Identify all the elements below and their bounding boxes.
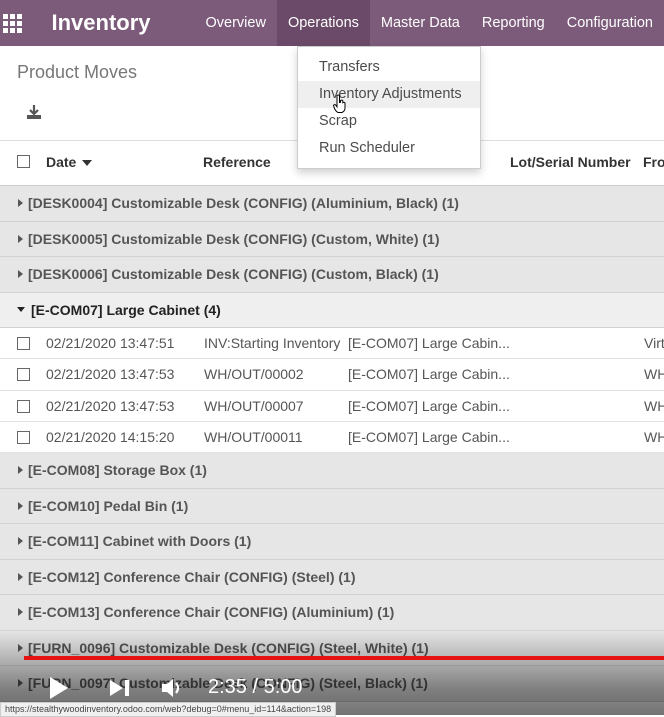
group-label: [DESK0005] Customizable Desk (CONFIG) (C… bbox=[28, 230, 440, 247]
group-row[interactable]: [DESK0005] Customizable Desk (CONFIG) (C… bbox=[0, 221, 664, 257]
group-row[interactable]: [E-COM11] Cabinet with Doors (1) bbox=[0, 524, 664, 560]
group-row[interactable]: [E-COM08] Storage Box (1) bbox=[0, 453, 664, 489]
cell-reference: INV:Starting Inventory bbox=[204, 335, 341, 351]
video-progress-bar[interactable] bbox=[24, 656, 664, 660]
group-label: [E-COM11] Cabinet with Doors (1) bbox=[28, 533, 252, 550]
cell-product: [E-COM07] Large Cabin... bbox=[348, 335, 510, 351]
sort-desc-icon bbox=[82, 160, 93, 167]
top-navbar: Inventory Overview Operations Master Dat… bbox=[0, 0, 664, 46]
column-from[interactable]: Fro bbox=[643, 154, 664, 170]
app-brand[interactable]: Inventory bbox=[51, 10, 150, 36]
table-row[interactable]: 02/21/2020 13:47:51 INV:Starting Invento… bbox=[0, 328, 664, 360]
menu-item-scrap[interactable]: Scrap bbox=[298, 108, 480, 135]
column-date-label: Date bbox=[46, 154, 77, 170]
grouped-list: [DESK0004] Customizable Desk (CONFIG) (A… bbox=[0, 186, 664, 702]
next-icon[interactable] bbox=[108, 678, 132, 698]
cell-from: WH bbox=[644, 428, 664, 445]
caret-down-icon bbox=[17, 307, 25, 313]
column-reference[interactable]: Reference bbox=[203, 154, 271, 170]
group-row[interactable]: [E-COM12] Conference Chair (CONFIG) (Ste… bbox=[0, 559, 664, 596]
hand-pointer-icon bbox=[333, 94, 346, 113]
group-label: [E-COM08] Storage Box (1) bbox=[28, 462, 207, 479]
cell-product: [E-COM07] Large Cabin... bbox=[348, 397, 510, 414]
volume-icon[interactable] bbox=[160, 676, 186, 700]
row-checkbox[interactable] bbox=[17, 430, 30, 444]
column-date[interactable]: Date bbox=[46, 154, 93, 170]
play-icon[interactable] bbox=[47, 675, 71, 701]
caret-right-icon bbox=[18, 572, 23, 581]
group-row[interactable]: [DESK0004] Customizable Desk (CONFIG) (A… bbox=[0, 186, 664, 222]
caret-right-icon bbox=[18, 643, 23, 652]
caret-right-icon bbox=[18, 466, 23, 475]
caret-right-icon bbox=[18, 270, 23, 279]
cell-reference: WH/OUT/00007 bbox=[204, 397, 304, 414]
row-checkbox[interactable] bbox=[17, 399, 30, 413]
menu-item-run-scheduler[interactable]: Run Scheduler bbox=[298, 135, 480, 162]
cell-date: 02/21/2020 13:47:53 bbox=[46, 366, 175, 383]
cell-date: 02/21/2020 13:47:51 bbox=[46, 335, 175, 351]
caret-right-icon bbox=[18, 679, 23, 688]
cell-date: 02/21/2020 13:47:53 bbox=[46, 397, 175, 414]
group-row[interactable]: [FURN_0096] Customizable Desk (CONFIG) (… bbox=[0, 630, 664, 667]
group-row[interactable]: [E-COM10] Pedal Bin (1) bbox=[0, 488, 664, 525]
group-row[interactable]: [E-COM13] Conference Chair (CONFIG) (Alu… bbox=[0, 595, 664, 631]
caret-right-icon bbox=[18, 199, 23, 208]
menu-operations[interactable]: Operations bbox=[276, 0, 370, 46]
menu-reporting[interactable]: Reporting bbox=[471, 0, 556, 46]
cell-product: [E-COM07] Large Cabin... bbox=[348, 428, 510, 445]
cell-from: WH bbox=[644, 366, 664, 383]
download-icon[interactable] bbox=[24, 102, 44, 122]
table-row[interactable]: 02/21/2020 14:15:20 WH/OUT/00011 [E-COM0… bbox=[0, 421, 664, 454]
menu-item-transfers[interactable]: Transfers bbox=[298, 54, 480, 81]
page-title: Product Moves bbox=[17, 62, 138, 82]
video-time: 2:35 / 5:00 bbox=[208, 676, 303, 698]
row-checkbox[interactable] bbox=[17, 368, 30, 382]
cell-product: [E-COM07] Large Cabin... bbox=[348, 366, 510, 383]
group-label: [E-COM10] Pedal Bin (1) bbox=[28, 497, 189, 514]
menu-item-inventory-adjustments[interactable]: Inventory Adjustments bbox=[298, 81, 480, 108]
group-label: [FURN_0096] Customizable Desk (CONFIG) (… bbox=[28, 639, 429, 656]
cell-date: 02/21/2020 14:15:20 bbox=[46, 428, 175, 445]
group-label: [E-COM12] Conference Chair (CONFIG) (Ste… bbox=[28, 568, 356, 585]
caret-right-icon bbox=[18, 234, 23, 243]
group-row[interactable]: [FURN_0097] Customizable Desk (CONFIG) (… bbox=[0, 666, 664, 702]
table-row[interactable]: 02/21/2020 13:47:53 WH/OUT/00002 [E-COM0… bbox=[0, 359, 664, 391]
group-label: [E-COM13] Conference Chair (CONFIG) (Alu… bbox=[28, 604, 395, 621]
caret-right-icon bbox=[18, 608, 23, 617]
operations-dropdown-menu: Transfers Inventory Adjustments Scrap Ru… bbox=[297, 46, 481, 169]
apps-grid-icon[interactable] bbox=[0, 0, 25, 46]
select-all-checkbox[interactable] bbox=[17, 155, 30, 168]
group-label: [DESK0004] Customizable Desk (CONFIG) (A… bbox=[28, 195, 459, 212]
caret-right-icon bbox=[18, 501, 23, 510]
group-row-expanded[interactable]: [E-COM07] Large Cabinet (4) bbox=[0, 292, 664, 328]
menu-configuration[interactable]: Configuration bbox=[556, 0, 664, 46]
column-lot-serial[interactable]: Lot/Serial Number bbox=[510, 154, 631, 170]
cell-reference: WH/OUT/00011 bbox=[204, 428, 303, 445]
cell-from: Virt bbox=[644, 335, 664, 351]
menu-master-data[interactable]: Master Data bbox=[370, 0, 471, 46]
row-checkbox[interactable] bbox=[17, 337, 30, 350]
caret-right-icon bbox=[18, 537, 23, 546]
table-row[interactable]: 02/21/2020 13:47:53 WH/OUT/00007 [E-COM0… bbox=[0, 390, 664, 422]
cell-from: WH bbox=[644, 397, 664, 414]
group-row[interactable]: [DESK0006] Customizable Desk (CONFIG) (C… bbox=[0, 257, 664, 293]
menu-overview[interactable]: Overview bbox=[195, 0, 277, 46]
group-label: [E-COM07] Large Cabinet (4) bbox=[31, 301, 221, 318]
group-label: [DESK0006] Customizable Desk (CONFIG) (C… bbox=[28, 266, 439, 283]
cell-reference: WH/OUT/00002 bbox=[204, 366, 304, 383]
